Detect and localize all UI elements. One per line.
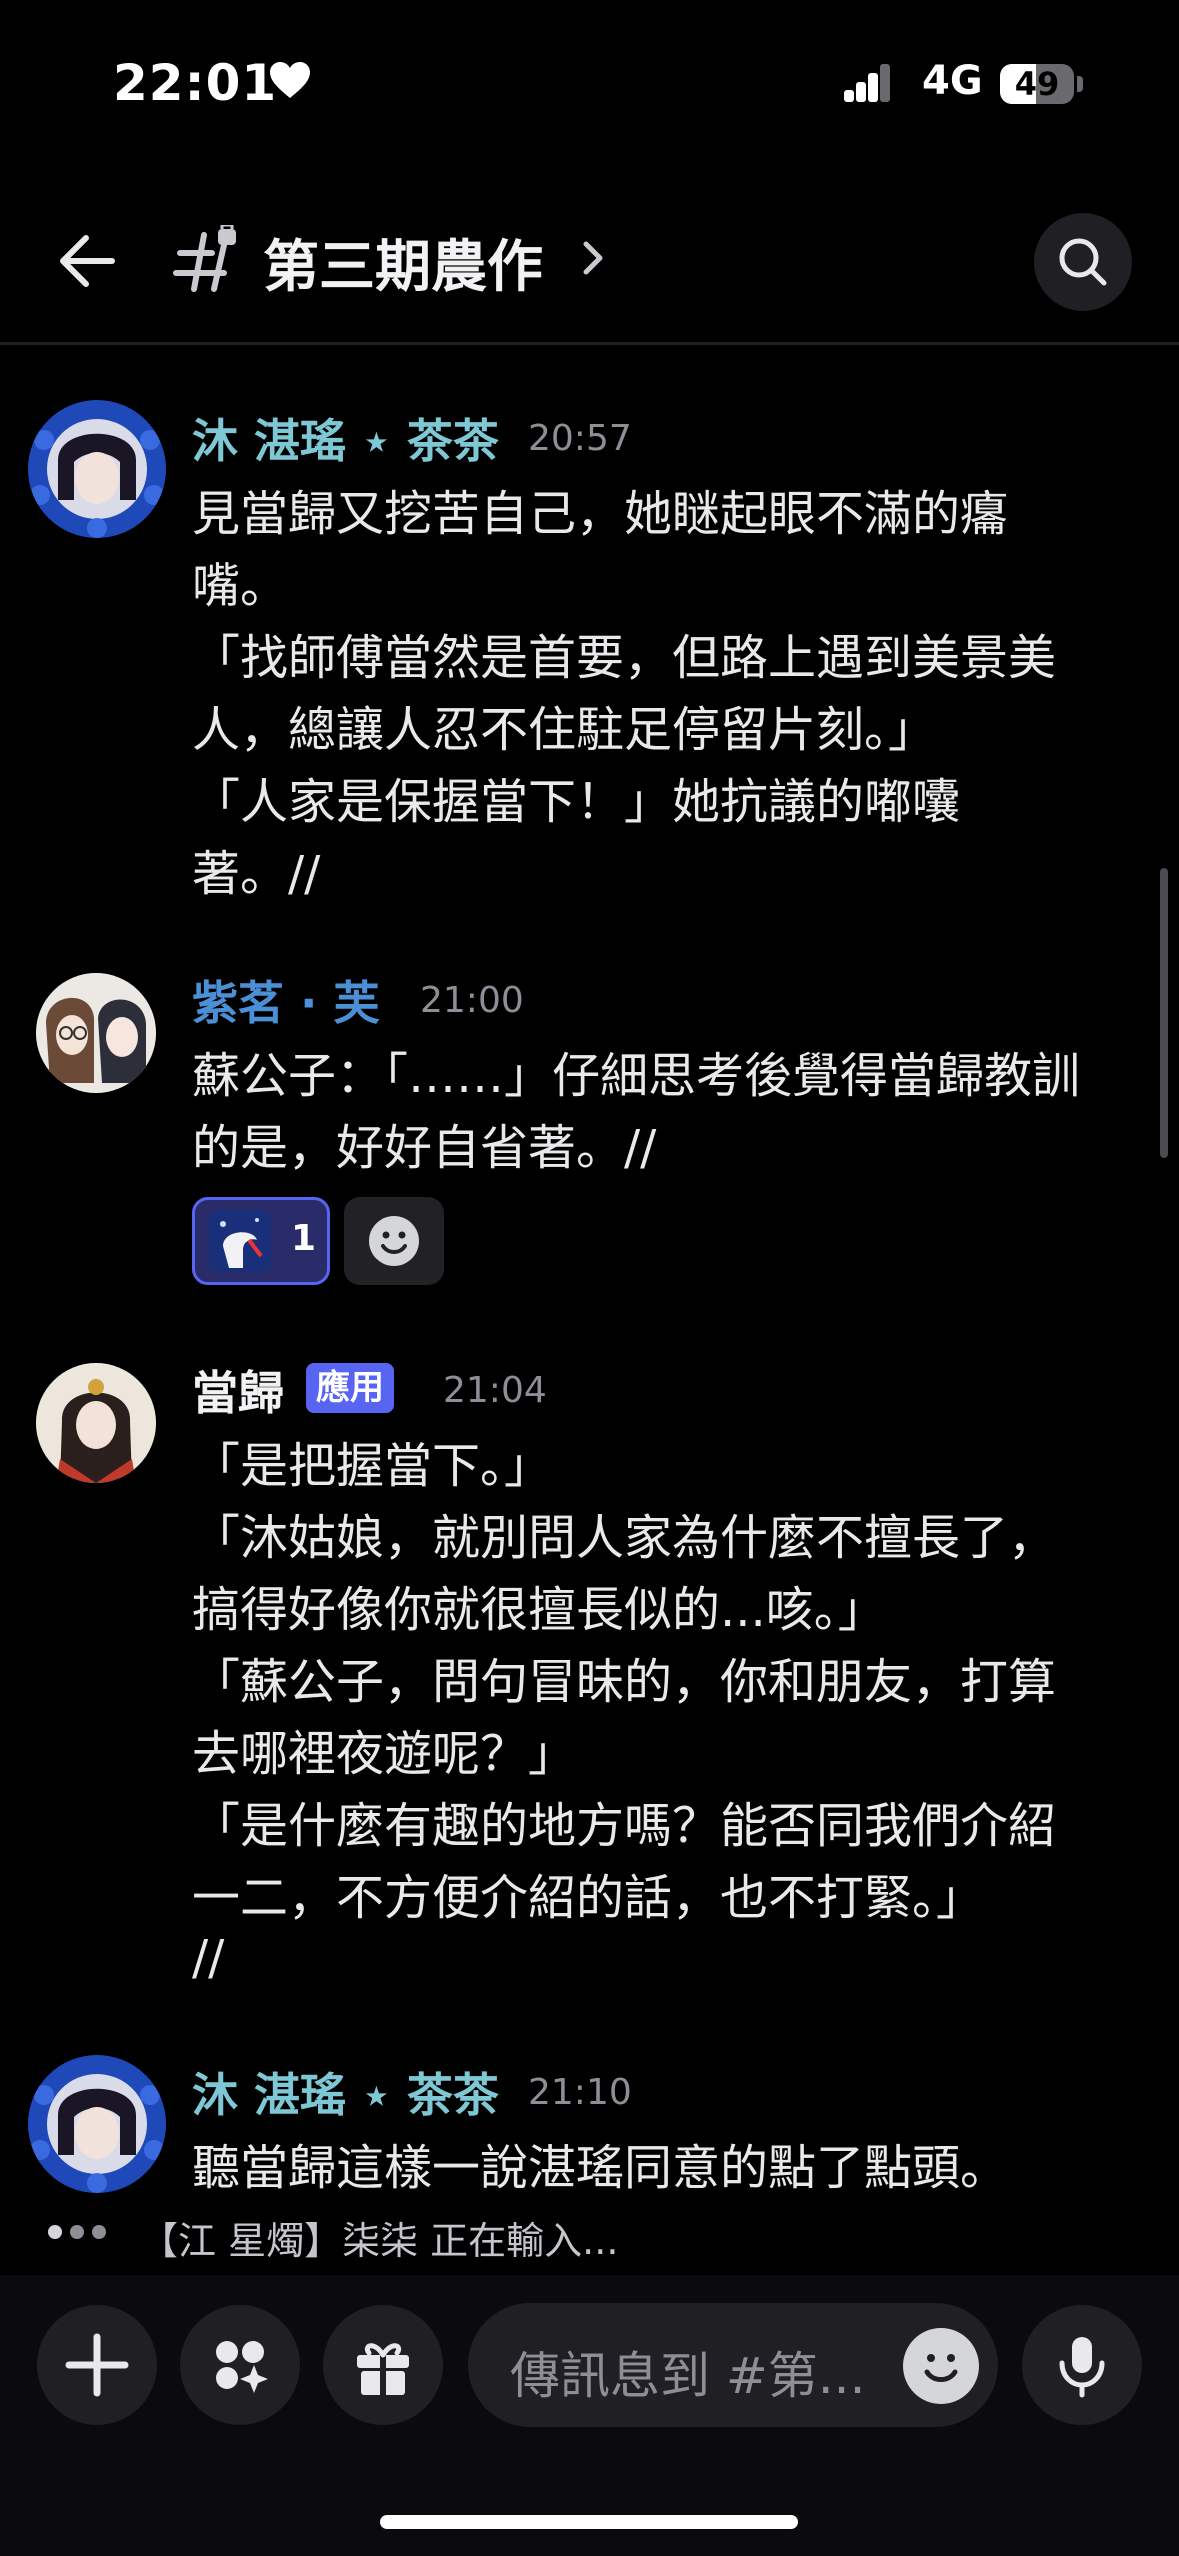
message-text-line: 人，總讓人忍不住駐足停留片刻。」 <box>192 702 937 758</box>
message-author[interactable]: 沐 湛瑤 ⋆ 茶茶 <box>192 405 499 471</box>
avatar[interactable] <box>36 973 156 1093</box>
message-timestamp: 21:04 <box>443 1370 547 1411</box>
back-arrow-icon[interactable] <box>52 226 122 296</box>
message-text-line: 「是把握當下。」 <box>192 1438 553 1494</box>
voice-message-button[interactable] <box>1022 2305 1142 2425</box>
avatar-image <box>36 973 156 1093</box>
typing-dots-icon <box>48 2225 118 2239</box>
status-time: 22:01 <box>113 54 278 112</box>
message-text-line: 「是什麼有趣的地方嗎？能否同我們介紹 <box>192 1798 1057 1854</box>
add-reaction-button[interactable] <box>344 1197 444 1285</box>
avatar[interactable] <box>28 2055 166 2193</box>
message-text-line: 一二，不方便介紹的話，也不打緊。」 <box>192 1870 985 1926</box>
gift-icon <box>357 2343 409 2395</box>
message-author[interactable]: 沐 湛瑤 ⋆ 茶茶 <box>192 2059 499 2125</box>
scrollbar[interactable] <box>1160 868 1168 1158</box>
reaction-emoji-icon <box>209 1210 271 1272</box>
message-text-line: 搞得好像你就很擅長似的...咳。」 <box>192 1582 886 1638</box>
home-indicator[interactable] <box>380 2515 798 2529</box>
avatar[interactable] <box>28 400 166 538</box>
search-button[interactable] <box>1034 213 1132 311</box>
reaction-count: 1 <box>291 1218 317 1259</box>
apps-icon <box>216 2341 268 2393</box>
chevron-right-icon[interactable] <box>578 236 608 280</box>
message-text-line: 的是，好好自省著。// <box>192 1120 657 1176</box>
heart-icon <box>270 62 310 98</box>
plus-icon <box>65 2333 129 2397</box>
message-text-line: 去哪裡夜遊呢？」 <box>192 1726 577 1782</box>
network-type: 4G <box>922 58 983 104</box>
gift-button[interactable] <box>323 2305 443 2425</box>
signal-icon <box>844 64 890 102</box>
message-text-line: 「沐姑娘，就別問人家為什麼不擅長了， <box>192 1510 1057 1566</box>
message-text-line: 見當歸又挖苦自己，她瞇起眼不滿的癟 <box>192 486 1009 542</box>
message-author[interactable]: 當歸 <box>192 1357 284 1423</box>
typing-indicator: 【江 星燭】柒柒 正在輸入... <box>140 2219 619 2263</box>
reaction-chip[interactable]: 1 <box>192 1197 330 1285</box>
channel-thread-icon <box>173 225 236 292</box>
message-timestamp: 21:00 <box>420 980 524 1021</box>
avatar-image <box>28 400 166 538</box>
message-text-line: 著。// <box>192 846 321 902</box>
message-text-line: 蘇公子：「……」仔細思考後覺得當歸教訓 <box>192 1048 1081 1104</box>
avatar[interactable] <box>36 1363 156 1483</box>
emoji-icon <box>369 1216 419 1266</box>
battery-nub <box>1077 76 1083 92</box>
message-text-line: // <box>192 1930 225 1986</box>
message-text-line: 「找師傅當然是首要，但路上遇到美景美 <box>192 630 1057 686</box>
battery-level: 49 <box>1014 65 1060 103</box>
avatar-image <box>28 2055 166 2193</box>
message-text-line: 嘴。 <box>192 558 289 614</box>
channel-title[interactable]: 第三期農作 <box>263 222 543 303</box>
message-timestamp: 20:57 <box>528 418 632 459</box>
message-author[interactable]: 紫茗 · 芙 <box>192 967 380 1033</box>
app-badge: 應用 <box>306 1363 394 1413</box>
search-icon <box>1059 238 1107 286</box>
avatar-image <box>36 1363 156 1483</box>
emoji-icon <box>924 2354 958 2382</box>
message-text-line: 「蘇公子，問句冒昧的，你和朋友，打算 <box>192 1654 1057 1710</box>
header-divider <box>0 342 1179 345</box>
emoji-picker-button[interactable] <box>903 2328 979 2404</box>
message-input-placeholder[interactable]: 傳訊息到 #第... <box>510 2336 865 2408</box>
message-timestamp: 21:10 <box>528 2072 632 2113</box>
add-attachment-button[interactable] <box>37 2305 157 2425</box>
battery-icon: 49 <box>1000 64 1074 104</box>
apps-button[interactable] <box>180 2305 300 2425</box>
message-text-line: 聽當歸這樣一說湛瑤同意的點了點頭。 <box>192 2140 1009 2196</box>
microphone-icon <box>1059 2337 1105 2398</box>
message-text-line: 「人家是保握當下！」她抗議的嘟囔 <box>192 774 961 830</box>
